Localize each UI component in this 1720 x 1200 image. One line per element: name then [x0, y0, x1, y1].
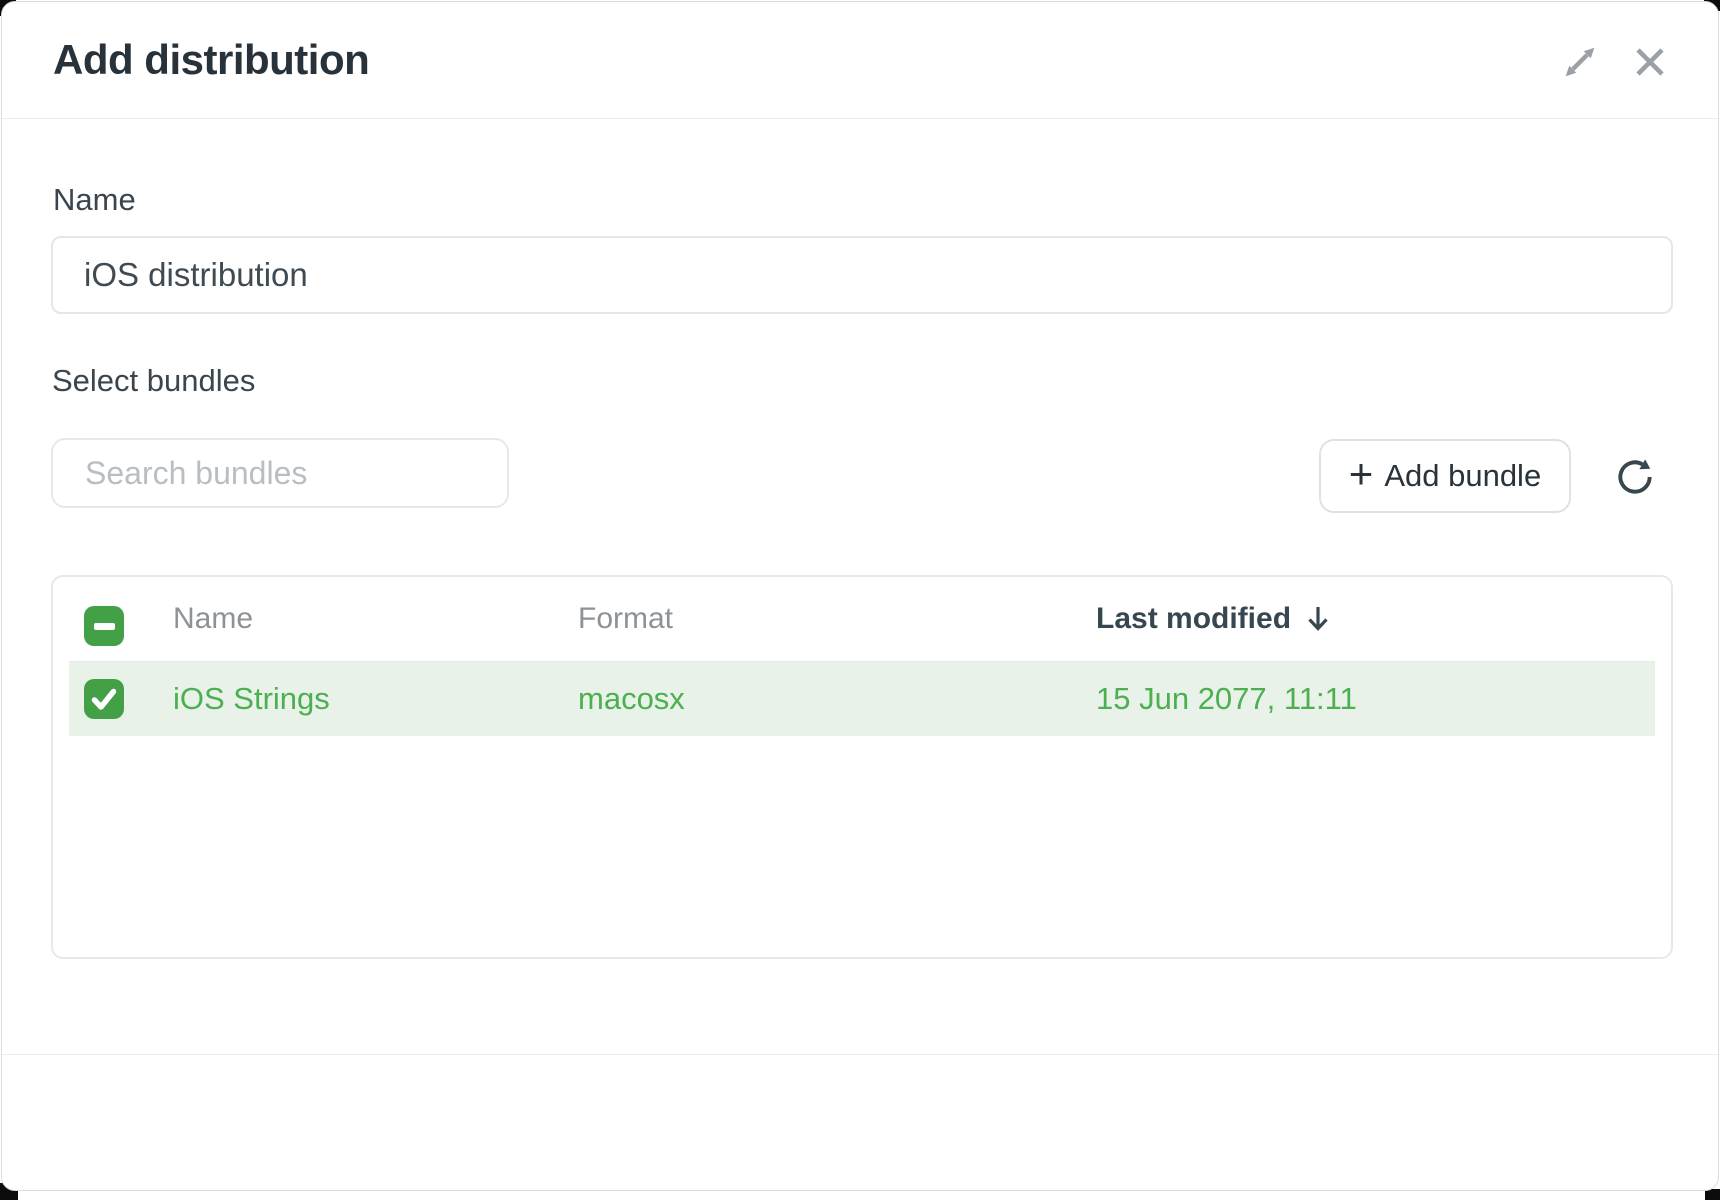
- bundle-format-cell: macosx: [578, 681, 685, 717]
- bundle-row-checkbox[interactable]: [84, 679, 124, 719]
- add-distribution-dialog: Add distribution Name Select bundles: [1, 1, 1719, 1191]
- bundles-table: Name Format Last modified: [51, 575, 1673, 959]
- select-bundles-label: Select bundles: [52, 363, 255, 399]
- search-bundles-input[interactable]: [51, 438, 509, 508]
- bundle-row[interactable]: iOS Strings macosx 15 Jun 2077, 11:11: [69, 661, 1655, 736]
- distribution-name-input[interactable]: [51, 236, 1673, 314]
- column-header-last-modified-label: Last modified: [1096, 602, 1291, 636]
- select-all-checkbox[interactable]: [84, 606, 124, 646]
- sort-descending-icon: [1305, 604, 1331, 634]
- column-header-last-modified[interactable]: Last modified: [1096, 602, 1331, 636]
- plus-icon: +: [1349, 453, 1374, 495]
- close-dialog-button[interactable]: [1626, 38, 1674, 86]
- refresh-bundles-button[interactable]: [1613, 455, 1657, 499]
- add-bundle-button[interactable]: + Add bundle: [1319, 439, 1571, 513]
- refresh-icon: [1613, 487, 1657, 502]
- checkmark-icon: [84, 679, 124, 719]
- dialog-footer: Cancel Create: [2, 1054, 1718, 1190]
- bundles-table-header: Name Format Last modified: [53, 577, 1671, 661]
- expand-icon: [1558, 72, 1602, 87]
- column-header-name: Name: [173, 602, 253, 636]
- add-bundle-label: Add bundle: [1384, 458, 1541, 494]
- dialog-header: Add distribution: [2, 2, 1718, 119]
- expand-dialog-button[interactable]: [1558, 40, 1602, 84]
- close-icon: [1626, 74, 1674, 89]
- bundle-last-modified-cell: 15 Jun 2077, 11:11: [1096, 681, 1357, 717]
- dialog-title: Add distribution: [53, 36, 369, 84]
- name-field-label: Name: [53, 182, 136, 218]
- indeterminate-icon: [94, 623, 115, 630]
- column-header-format: Format: [578, 602, 673, 636]
- bundle-name-cell: iOS Strings: [173, 681, 330, 717]
